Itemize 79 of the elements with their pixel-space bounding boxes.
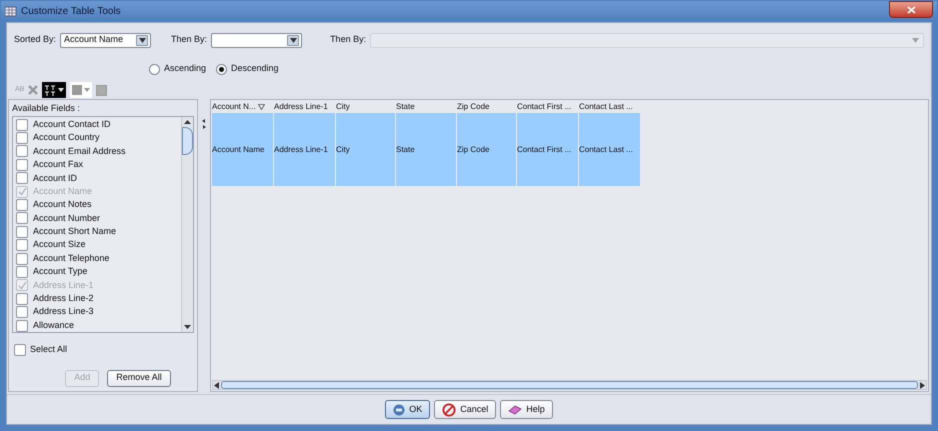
panel-button[interactable]: Remove All	[107, 370, 171, 386]
field-option[interactable]: Account Size	[16, 238, 181, 252]
checkbox[interactable]	[16, 252, 28, 265]
dropdown-arrow-icon	[84, 88, 90, 92]
field-option[interactable]: Account Short Name	[16, 225, 181, 239]
table-cell[interactable]: City	[336, 113, 396, 186]
horizontal-scrollbar[interactable]	[212, 380, 927, 390]
scroll-right-icon[interactable]	[918, 382, 926, 388]
field-option[interactable]: Account Telephone	[16, 252, 181, 266]
checkbox[interactable]	[16, 145, 28, 158]
sort-dropdown[interactable]	[211, 32, 302, 48]
app-icon	[5, 6, 17, 16]
sort-dropdown[interactable]: Account Name	[60, 32, 152, 48]
field-option[interactable]: Account Email Address	[16, 144, 181, 158]
field-option[interactable]: Account Number	[16, 212, 181, 226]
field-option[interactable]: Account ID	[16, 172, 181, 185]
column-header[interactable]: City	[336, 101, 396, 113]
scroll-left-icon[interactable]	[213, 382, 221, 388]
dropdown-arrow-icon	[912, 38, 918, 42]
table-cell[interactable]: Account Name	[212, 113, 274, 186]
sort-label: Then By:	[330, 33, 366, 46]
sort-descending-icon	[258, 104, 265, 110]
field-option[interactable]: Address Line-3	[16, 305, 181, 319]
dropdown-arrow-icon	[290, 38, 297, 42]
column-header[interactable]: Account N...	[212, 101, 274, 113]
column-header[interactable]: Zip Code	[457, 101, 517, 113]
close-icon	[906, 6, 916, 14]
checkbox[interactable]	[16, 118, 28, 131]
select-all-checkbox[interactable]: Select All	[14, 343, 194, 356]
checkbox[interactable]	[16, 226, 28, 238]
radio-option[interactable]: Ascending	[149, 62, 206, 76]
checkbox[interactable]	[16, 158, 28, 171]
checkbox[interactable]	[16, 266, 28, 278]
prohibited-icon	[442, 402, 456, 416]
field-option[interactable]: Allowance	[16, 318, 181, 332]
dialog-button[interactable]: Cancel	[434, 400, 496, 419]
checkbox[interactable]	[16, 320, 28, 332]
checkbox[interactable]	[16, 199, 28, 212]
table-cell[interactable]: Address Line-1	[274, 113, 336, 186]
dropdown-arrow-icon	[138, 38, 146, 42]
checkbox[interactable]	[16, 239, 28, 252]
sort-icon	[44, 84, 56, 96]
dialog-button[interactable]: Help	[500, 400, 553, 419]
column-header[interactable]: Contact First ...	[517, 101, 579, 113]
checkbox[interactable]	[14, 344, 26, 356]
column-header[interactable]: Address Line-1	[274, 101, 336, 113]
checkbox[interactable]	[16, 292, 28, 305]
field-option[interactable]: Account Contact ID	[16, 118, 181, 132]
checkbox[interactable]	[16, 212, 28, 224]
column-header[interactable]: State	[396, 101, 457, 113]
scroll-thumb[interactable]	[221, 381, 918, 389]
table-cell[interactable]: Contact First ...	[517, 113, 579, 186]
splitter-arrows-icon[interactable]	[202, 119, 206, 129]
radio-option[interactable]: Descending	[216, 62, 279, 76]
table-cell[interactable]: State	[396, 113, 457, 186]
field-option[interactable]: Address Line-2	[16, 292, 181, 306]
sort-label: Then By:	[171, 33, 208, 46]
scroll-thumb[interactable]	[182, 127, 193, 155]
scrollbar[interactable]	[181, 117, 193, 332]
delete-icon[interactable]	[28, 85, 38, 95]
sort-label: Sorted By:	[14, 33, 56, 46]
window-title: Customize Table Tools	[21, 4, 121, 18]
table-cell[interactable]: Zip Code	[457, 113, 517, 186]
field-option[interactable]: Account Country	[16, 131, 181, 145]
dropdown-arrow-icon	[58, 88, 64, 92]
field-option[interactable]: Account Notes	[16, 198, 181, 212]
close-button[interactable]	[889, 1, 933, 18]
dialog-button[interactable]: OK	[385, 400, 430, 419]
table-cell[interactable]: Contact Last ...	[579, 113, 641, 186]
checkbox[interactable]	[16, 132, 28, 144]
field-option[interactable]: Account Fax	[16, 158, 181, 172]
checkbox[interactable]	[16, 306, 28, 318]
checkbox[interactable]	[16, 172, 28, 184]
sort-menu-button[interactable]	[42, 82, 66, 98]
panel-title: Available Fields :	[12, 102, 81, 115]
column-header[interactable]: Contact Last ...	[579, 101, 641, 113]
field-option[interactable]: Account Type	[16, 265, 181, 279]
book-icon	[508, 404, 522, 414]
grid-icon[interactable]	[96, 84, 108, 96]
